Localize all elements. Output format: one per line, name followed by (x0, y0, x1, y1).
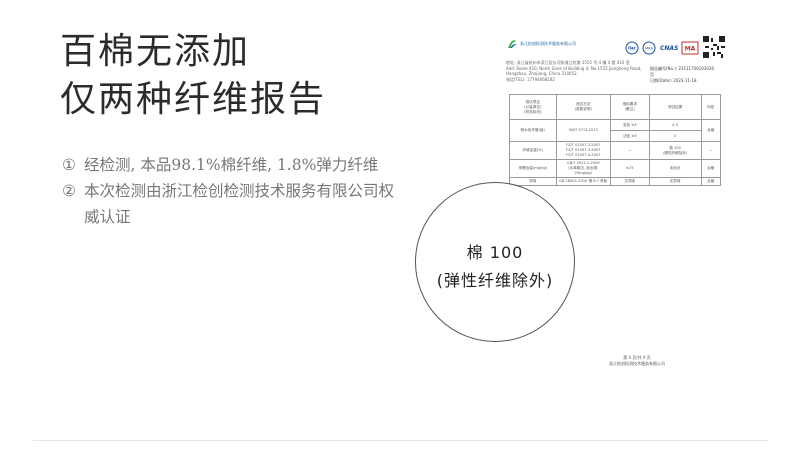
table-row: 异味 GB 18401-2010 第 6.7 条款 无异味 无异味 合格 (509, 177, 722, 186)
table-cell: 无异味 (648, 177, 702, 186)
magnifier-circle: 棉 100 (弹性纤维除外) (415, 182, 575, 342)
table-cell: 纤维含量(%) (509, 141, 557, 160)
headline-line-1: 百棉无添加 (60, 31, 251, 72)
report-date: 日期(Date): 2023-11-18 (650, 78, 697, 83)
report-address: 地址: 浙江省杭州市滨江区长河街道江虹路 1555 号 4 幢 4 楼 410 … (506, 60, 656, 82)
point-text: 本次检测由浙江检创检测技术服务有限公司权威认证 (84, 182, 395, 226)
feature-point-1: ① 经检测, 本品98.1%棉纤维, 1.8%弹力纤维 (62, 152, 402, 178)
table-cell: GB/T 5713-2013 (555, 119, 611, 142)
svg-text:ilac: ilac (628, 46, 636, 51)
table-cell: 4-5 (648, 119, 702, 131)
table-row: 耐水色牢度(级) GB/T 5713-2013 变色 ≥3 4-5 合格 (509, 119, 722, 142)
table-cell: 沾色 ≥3 (609, 130, 650, 142)
svg-text:MRA: MRA (645, 47, 653, 51)
point-number: ② (62, 182, 76, 200)
footer-org: 浙江检创检测技术服务有限公司 (609, 361, 665, 366)
table-cell: 3 (648, 130, 702, 142)
bottom-divider (33, 440, 768, 441)
table-cell: 变色 ≥3 (609, 119, 650, 131)
table-cell: 未检出 (648, 159, 702, 178)
table-cell: 耐水色牢度(级) (509, 119, 557, 142)
table-cell: GB 18401-2010 第 6.7 条款 (555, 177, 611, 186)
lab-logo-icon (508, 40, 517, 48)
table-cell: — (700, 141, 722, 160)
feature-points: ① 经检测, 本品98.1%棉纤维, 1.8%弹力纤维 ② 本次检测由浙江检创检… (62, 152, 402, 230)
table-cell: FZ/T 01057.2-2007 FZ/T 01057.3-2007 FZ/T… (555, 141, 611, 160)
report-meta: 报告编号(No.): 23111706103030 页 日期(Date): 20… (650, 66, 728, 84)
col-header: 指标要求 (备注) (609, 94, 650, 120)
svg-text:MA: MA (685, 46, 696, 53)
lens-result-note: (弹性纤维除外) (436, 271, 554, 290)
headline-line-2: 仅两种纤维报告 (60, 79, 327, 120)
report-footer: 第 4 页/共 6 页 浙江检创检测技术服务有限公司 (562, 355, 712, 367)
feature-point-2: ② 本次检测由浙江检创检测技术服务有限公司权威认证 (62, 178, 402, 230)
col-header: 判定 (700, 94, 722, 120)
headline: 百棉无添加 仅两种纤维报告 (60, 28, 326, 124)
lens-result-main: 棉 100 (466, 243, 524, 262)
certification-logos-icon: ilac MRA CNAS MA (625, 41, 699, 55)
address-line: 电话(TEL): 17794668182 (506, 76, 555, 82)
report-org-name: 浙江检创检测技术服务有限公司 (520, 41, 576, 46)
point-number: ① (62, 156, 76, 174)
qr-code-icon (703, 36, 725, 58)
table-cell: ≤75 (609, 159, 650, 178)
report-table: 测试项目 (计量单位) [样品标识] 测试方法 (参数说明) 指标要求 (备注)… (509, 94, 722, 186)
table-row: 纤维含量(%) FZ/T 01057.2-2007 FZ/T 01057.3-2… (509, 141, 722, 160)
table-cell: 合格 (700, 159, 722, 178)
point-text: 经检测, 本品98.1%棉纤维, 1.8%弹力纤维 (84, 156, 379, 174)
col-header: 测试方法 (参数说明) (555, 94, 611, 120)
table-cell: 合格 (700, 119, 722, 142)
table-cell: 棉 100 (弹性纤维除外) (648, 141, 702, 160)
col-header: 测试项目 (计量单位) [样品标识] (509, 94, 557, 120)
table-cell: 合格 (700, 177, 722, 186)
table-cell: — (609, 141, 650, 160)
table-cell: 无异味 (609, 177, 650, 186)
table-row: 甲醛含量(mg/kg) GB/T 2912.1-2009 (水萃取法, 检出限:… (509, 159, 722, 178)
table-cell: GB/T 2912.1-2009 (水萃取法, 检出限: 20mg/kg) (555, 159, 611, 178)
svg-text:CNAS: CNAS (660, 45, 678, 52)
table-cell: 甲醛含量(mg/kg) (509, 159, 557, 178)
col-header: 测试结果 (648, 94, 702, 120)
